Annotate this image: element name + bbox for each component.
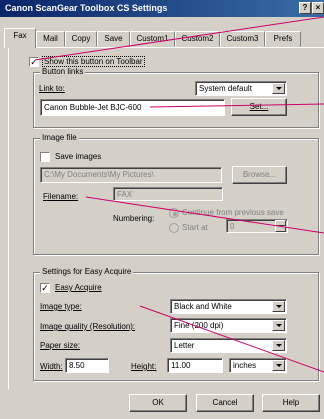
show-on-toolbar-label: Show this button on Toolbar [42,56,145,67]
numbering-label: Numbering: [113,214,155,223]
paper-size-label: Paper size: [40,341,81,350]
image-file-group-label: Image file [40,133,79,142]
window-title: Canon ScanGear Toolbox CS Settings [5,3,168,13]
tab-save[interactable]: Save [97,31,130,47]
image-quality-label: Image quality (Resolution): [40,322,136,331]
button-links-group-label: Button links [40,67,86,76]
show-on-toolbar-checkbox[interactable]: ✓ [29,57,39,67]
chevron-down-icon[interactable] [272,340,285,351]
set-button-label: Set... [249,102,269,111]
image-type-label: Image type: [40,302,82,311]
start-at-label: Start at [182,223,208,232]
settings-dialog: Canon ScanGear Toolbox CS Settings ? × F… [0,0,324,419]
set-button[interactable]: Set... [231,98,287,116]
easy-acquire-group-label: Settings for Easy Acquire [40,267,134,276]
tab-custom1[interactable]: Custom1 [130,31,175,47]
image-type-dropdown[interactable]: Black and White [170,299,287,314]
easy-acquire-label: Easy Acquire [55,283,102,292]
image-quality-value: Fine (200 dpi) [174,321,224,330]
tab-mail[interactable]: Mail [36,31,65,47]
tab-copy[interactable]: Copy [65,31,97,47]
browse-button[interactable]: Browse... [232,166,287,184]
continue-radio-label: Continue from previous save [182,208,284,217]
ok-button[interactable]: OK [129,394,187,412]
start-at-radio[interactable] [169,223,179,233]
device-field[interactable]: Canon Bubble-Jet BJC-600 [40,99,225,116]
close-title-button[interactable]: × [312,2,324,14]
width-label: Width: [40,362,63,371]
units-value: inches [233,361,257,370]
save-images-label: Save images [55,152,102,161]
spin-down-icon[interactable] [275,226,286,232]
height-field[interactable]: 11.00 [167,358,223,373]
start-at-field[interactable]: 0 [226,219,288,233]
chevron-down-icon[interactable] [272,301,285,312]
width-field[interactable]: 8.50 [65,358,109,373]
filename-label: Filename: [43,192,79,201]
link-to-dropdown[interactable]: System default [195,81,287,96]
image-type-value: Black and White [174,302,232,311]
link-to-label: Link to: [39,84,65,93]
tab-fax[interactable]: Fax [4,28,36,48]
help-title-button[interactable]: ? [299,2,311,14]
cancel-button[interactable]: Cancel [196,394,254,412]
save-images-checkbox[interactable] [40,152,50,162]
units-dropdown[interactable]: inches [229,358,287,373]
tab-prefs[interactable]: Prefs [265,31,301,47]
continue-radio[interactable] [169,208,179,218]
paper-size-dropdown[interactable]: Letter [170,338,287,353]
tab-custom2[interactable]: Custom2 [175,31,220,47]
link-to-value: System default [199,84,252,93]
filename-field[interactable]: FAX [113,187,223,201]
title-bar: Canon ScanGear Toolbox CS Settings ? × [0,0,324,17]
chevron-down-icon[interactable] [272,320,285,331]
image-quality-dropdown[interactable]: Fine (200 dpi) [170,318,287,333]
height-label: Height: [131,362,157,371]
chevron-down-icon[interactable] [272,83,285,94]
start-at-value: 0 [230,222,235,231]
chevron-down-icon[interactable] [272,360,285,371]
paper-size-value: Letter [174,341,195,350]
help-button[interactable]: Help [262,394,320,412]
easy-acquire-checkbox[interactable]: ✓ [40,283,50,293]
image-path-field[interactable]: C:\My Documents\My Pictures\ [40,167,222,183]
tab-custom3[interactable]: Custom3 [220,31,265,47]
